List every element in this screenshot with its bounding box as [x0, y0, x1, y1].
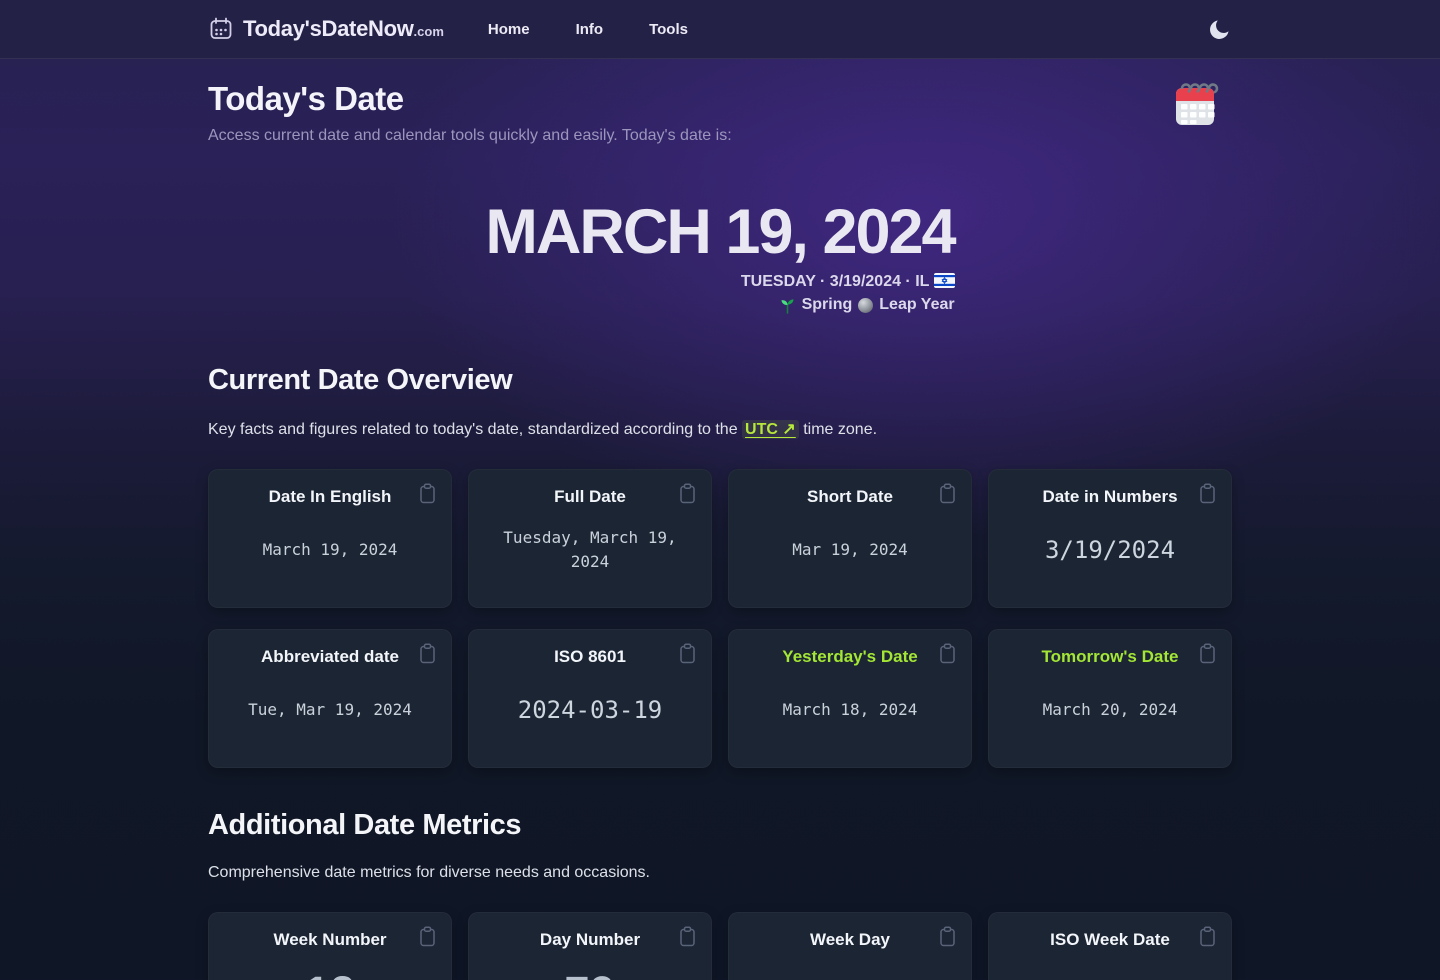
utc-link[interactable]: UTC ↗ [742, 420, 799, 439]
israel-flag-icon [934, 273, 955, 288]
card-title: Tomorrow's Date [1042, 647, 1179, 667]
metrics-card-grid: Week Number 12 Day Number 79 Week Day Tu… [208, 912, 1232, 980]
card-tomorrows-date: Tomorrow's Date March 20, 2024 [988, 629, 1232, 768]
card-value: Tue, Mar 19, 2024 [248, 698, 412, 722]
card-value: March 19, 2024 [263, 538, 398, 562]
copy-button[interactable] [676, 641, 699, 666]
card-date-in-english: Date In English March 19, 2024 [208, 469, 452, 608]
leap-year-label: Leap Year [879, 296, 954, 314]
new-moon-icon [858, 298, 873, 313]
copy-button[interactable] [416, 924, 439, 949]
card-value: Mar 19, 2024 [792, 538, 908, 562]
copy-button[interactable] [936, 481, 959, 506]
copy-button[interactable] [416, 641, 439, 666]
card-value: March 18, 2024 [783, 698, 918, 722]
card-abbreviated-date: Abbreviated date Tue, Mar 19, 2024 [208, 629, 452, 768]
current-date-block: MARCH 19, 2024 TUESDAY · 3/19/2024 · IL [485, 201, 954, 314]
card-value: March 20, 2024 [1043, 698, 1178, 722]
additional-metrics-section: Additional Date Metrics Comprehensive da… [208, 809, 1232, 980]
card-short-date: Short Date Mar 19, 2024 [728, 469, 972, 608]
big-date-heading: MARCH 19, 2024 [485, 201, 954, 264]
card-iso-week-date: ISO Week Date 2024-W12-2 [988, 912, 1232, 980]
copy-button[interactable] [936, 641, 959, 666]
brand-name: Today'sDateNow [243, 16, 414, 41]
card-title: Yesterday's Date [782, 647, 917, 667]
card-title: ISO Week Date [1050, 930, 1170, 950]
hero-section: Today's Date Access current date and cal… [208, 59, 1232, 319]
card-week-day: Week Day Tuesday [728, 912, 972, 980]
card-iso-8601: ISO 8601 2024-03-19 [468, 629, 712, 768]
copy-button[interactable] [676, 481, 699, 506]
page-title: Today's Date [208, 80, 1232, 118]
crescent-moon-icon [1208, 29, 1232, 44]
brand-suffix: .com [414, 24, 444, 39]
season-label: Spring [802, 296, 853, 314]
copy-button[interactable] [676, 924, 699, 949]
card-title: Date in Numbers [1042, 487, 1177, 507]
date-meta-line: TUESDAY · 3/19/2024 · IL [485, 273, 954, 291]
copy-button[interactable] [416, 481, 439, 506]
nav-link-info[interactable]: Info [576, 21, 604, 38]
metrics-heading: Additional Date Metrics [208, 809, 1232, 842]
card-title: Week Number [273, 930, 386, 950]
main-nav: Home Info Tools [488, 21, 688, 38]
copy-button[interactable] [936, 924, 959, 949]
card-value: 12 [304, 967, 355, 980]
card-title: Week Day [810, 930, 890, 950]
calendar-outline-icon [208, 16, 234, 42]
card-title: Date In English [269, 487, 392, 507]
copy-button[interactable] [1196, 924, 1219, 949]
card-value: 3/19/2024 [1045, 532, 1175, 568]
current-date-overview-section: Current Date Overview Key facts and figu… [208, 364, 1232, 768]
card-full-date: Full Date Tuesday, March 19, 2024 [468, 469, 712, 608]
nav-link-home[interactable]: Home [488, 21, 530, 38]
nav-link-tools[interactable]: Tools [649, 21, 688, 38]
spiral-calendar-icon [1166, 75, 1224, 133]
dark-mode-toggle[interactable] [1208, 17, 1232, 41]
card-title: Day Number [540, 930, 640, 950]
site-logo[interactable]: Today'sDateNow.com [208, 16, 444, 42]
copy-button[interactable] [1196, 641, 1219, 666]
card-value: 2024-03-19 [518, 692, 663, 728]
card-week-number: Week Number 12 [208, 912, 452, 980]
card-value: 79 [564, 967, 615, 980]
card-title: Full Date [554, 487, 626, 507]
overview-heading: Current Date Overview [208, 364, 1232, 397]
overview-description: Key facts and figures related to today's… [208, 419, 1232, 439]
overview-card-grid: Date In English March 19, 2024 Full Date… [208, 469, 1232, 768]
page-content: Today's Date Access current date and cal… [208, 59, 1232, 980]
card-date-in-numbers: Date in Numbers 3/19/2024 [988, 469, 1232, 608]
card-yesterdays-date: Yesterday's Date March 18, 2024 [728, 629, 972, 768]
date-tags-line: Spring Leap Year [485, 296, 954, 314]
copy-button[interactable] [1196, 481, 1219, 506]
card-title: Abbreviated date [261, 647, 399, 667]
card-value: Tuesday, March 19, 2024 [490, 526, 690, 574]
card-title: ISO 8601 [554, 647, 626, 667]
card-day-number: Day Number 79 [468, 912, 712, 980]
card-title: Short Date [807, 487, 893, 507]
seedling-icon [779, 297, 796, 314]
top-navigation-bar: Today'sDateNow.com Home Info Tools [0, 0, 1440, 59]
page-subtitle: Access current date and calendar tools q… [208, 127, 1232, 145]
metrics-description: Comprehensive date metrics for diverse n… [208, 864, 1232, 882]
